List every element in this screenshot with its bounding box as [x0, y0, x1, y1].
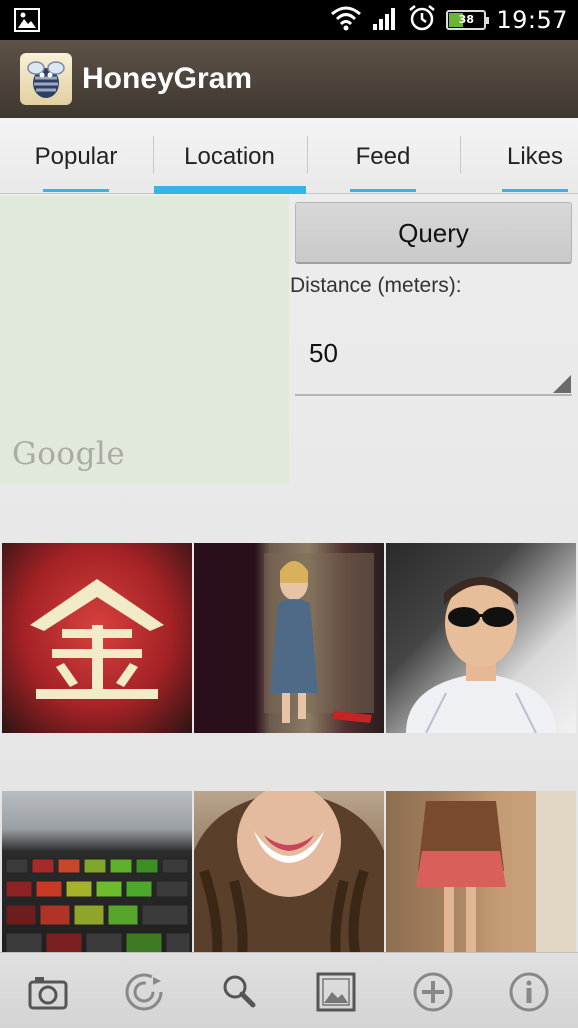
- distance-spinner[interactable]: 50: [295, 312, 572, 396]
- dropdown-corner-icon: [553, 375, 571, 393]
- tab-label: Popular: [34, 143, 118, 170]
- search-icon[interactable]: [219, 971, 261, 1013]
- tab-indicator: [350, 189, 416, 192]
- photo-woman-dress: [264, 553, 374, 723]
- tab-label: Feed: [355, 143, 411, 170]
- wifi-icon: [330, 5, 362, 35]
- photo-thumbnail[interactable]: [386, 543, 576, 733]
- tab-popular[interactable]: Popular: [0, 118, 152, 194]
- action-bar: HoneyGram: [0, 40, 578, 118]
- alarm-icon: [408, 4, 436, 36]
- signal-icon: [372, 6, 398, 34]
- refresh-icon[interactable]: [123, 971, 165, 1013]
- distance-value: 50: [309, 338, 338, 368]
- photo-thumbnail[interactable]: [194, 543, 384, 733]
- map-watermark: Google: [12, 436, 126, 472]
- bee-icon[interactable]: [20, 53, 72, 105]
- tab-feed[interactable]: Feed: [307, 118, 459, 194]
- distance-label: Distance (meters):: [290, 274, 462, 297]
- battery-icon: 38: [446, 10, 490, 30]
- gallery-notification-icon: [14, 8, 40, 32]
- tab-indicator: [502, 189, 568, 192]
- tab-indicator: [43, 189, 109, 192]
- query-button[interactable]: Query: [295, 202, 572, 264]
- tab-location[interactable]: Location: [153, 118, 306, 194]
- status-time: 19:57: [496, 6, 568, 34]
- tab-indicator-active: [153, 186, 306, 194]
- gallery-icon[interactable]: [315, 971, 357, 1013]
- battery-level: 38: [458, 13, 474, 26]
- add-icon[interactable]: [412, 971, 454, 1013]
- map-view[interactable]: Google: [0, 196, 289, 484]
- info-icon[interactable]: [508, 971, 550, 1013]
- app-title: HoneyGram: [82, 62, 253, 95]
- photo-thumbnail[interactable]: [2, 543, 192, 733]
- photo-red-sign: [30, 579, 164, 699]
- photo-man-sunglasses: [406, 577, 556, 733]
- camera-icon[interactable]: [27, 971, 69, 1013]
- bottom-toolbar: [0, 952, 578, 1028]
- tab-label: Likes: [506, 143, 564, 170]
- tab-bar: Popular Location Feed Likes: [0, 118, 578, 194]
- screen: 38 19:57 HoneyGram Popular Location Feed…: [0, 0, 578, 1028]
- tab-likes[interactable]: Likes: [461, 118, 578, 194]
- status-bar: 38 19:57: [0, 0, 578, 40]
- tab-label: Location: [184, 143, 275, 170]
